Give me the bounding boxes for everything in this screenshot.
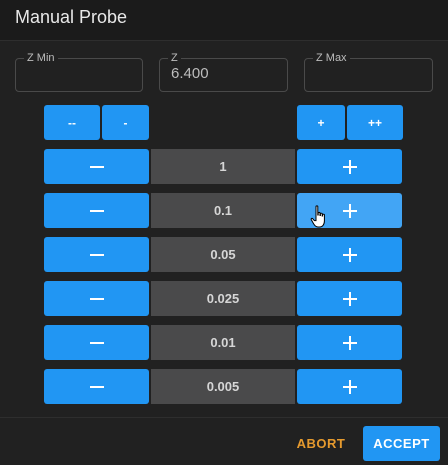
z-min-label: Z Min xyxy=(24,51,58,65)
big-up-button[interactable]: ++ xyxy=(347,105,403,140)
plus-icon xyxy=(342,159,357,174)
step-minus-button[interactable] xyxy=(44,149,149,184)
plus-icon xyxy=(342,335,357,350)
z-max-label: Z Max xyxy=(313,51,350,65)
z-value: 6.400 xyxy=(171,65,209,82)
step-value: 0.1 xyxy=(151,193,295,228)
manual-probe-dialog: Manual Probe Z Min Z 6.400 Z Max -- - + … xyxy=(0,0,448,465)
minus-icon xyxy=(89,253,104,256)
step-value: 0.01 xyxy=(151,325,295,360)
step-value: 0.05 xyxy=(151,237,295,272)
step-row: 0.1 xyxy=(44,193,403,228)
step-plus-button[interactable] xyxy=(297,193,402,228)
minus-icon xyxy=(89,297,104,300)
step-value: 1 xyxy=(151,149,295,184)
step-plus-button[interactable] xyxy=(297,325,402,360)
z-field[interactable]: Z 6.400 xyxy=(159,51,288,92)
step-minus-button[interactable] xyxy=(44,325,149,360)
step-row: 1 xyxy=(44,149,403,184)
z-label: Z xyxy=(168,51,181,65)
step-row: 0.01 xyxy=(44,325,403,360)
minus-icon xyxy=(89,341,104,344)
step-minus-button[interactable] xyxy=(44,369,149,404)
step-minus-button[interactable] xyxy=(44,193,149,228)
step-minus-button[interactable] xyxy=(44,281,149,316)
plus-icon xyxy=(342,247,357,262)
step-row: 0.05 xyxy=(44,237,403,272)
big-down-button[interactable]: -- xyxy=(44,105,100,140)
footer-divider xyxy=(0,417,448,418)
step-row: 0.005 xyxy=(44,369,403,404)
accept-button[interactable]: ACCEPT xyxy=(363,426,440,461)
dialog-header: Manual Probe xyxy=(0,0,448,41)
step-plus-button[interactable] xyxy=(297,149,402,184)
z-min-field[interactable]: Z Min xyxy=(15,51,143,92)
plus-icon xyxy=(342,379,357,394)
minus-icon xyxy=(89,209,104,212)
plus-icon xyxy=(342,203,357,218)
step-value: 0.025 xyxy=(151,281,295,316)
step-row: 0.025 xyxy=(44,281,403,316)
abort-button[interactable]: ABORT xyxy=(290,428,352,458)
step-plus-button[interactable] xyxy=(297,369,402,404)
step-value: 0.005 xyxy=(151,369,295,404)
small-down-button[interactable]: - xyxy=(102,105,149,140)
minus-icon xyxy=(89,385,104,388)
minus-icon xyxy=(89,165,104,168)
step-minus-button[interactable] xyxy=(44,237,149,272)
small-up-button[interactable]: + xyxy=(297,105,345,140)
z-max-field[interactable]: Z Max xyxy=(304,51,433,92)
dialog-title: Manual Probe xyxy=(15,7,128,27)
step-plus-button[interactable] xyxy=(297,281,402,316)
plus-icon xyxy=(342,291,357,306)
step-plus-button[interactable] xyxy=(297,237,402,272)
